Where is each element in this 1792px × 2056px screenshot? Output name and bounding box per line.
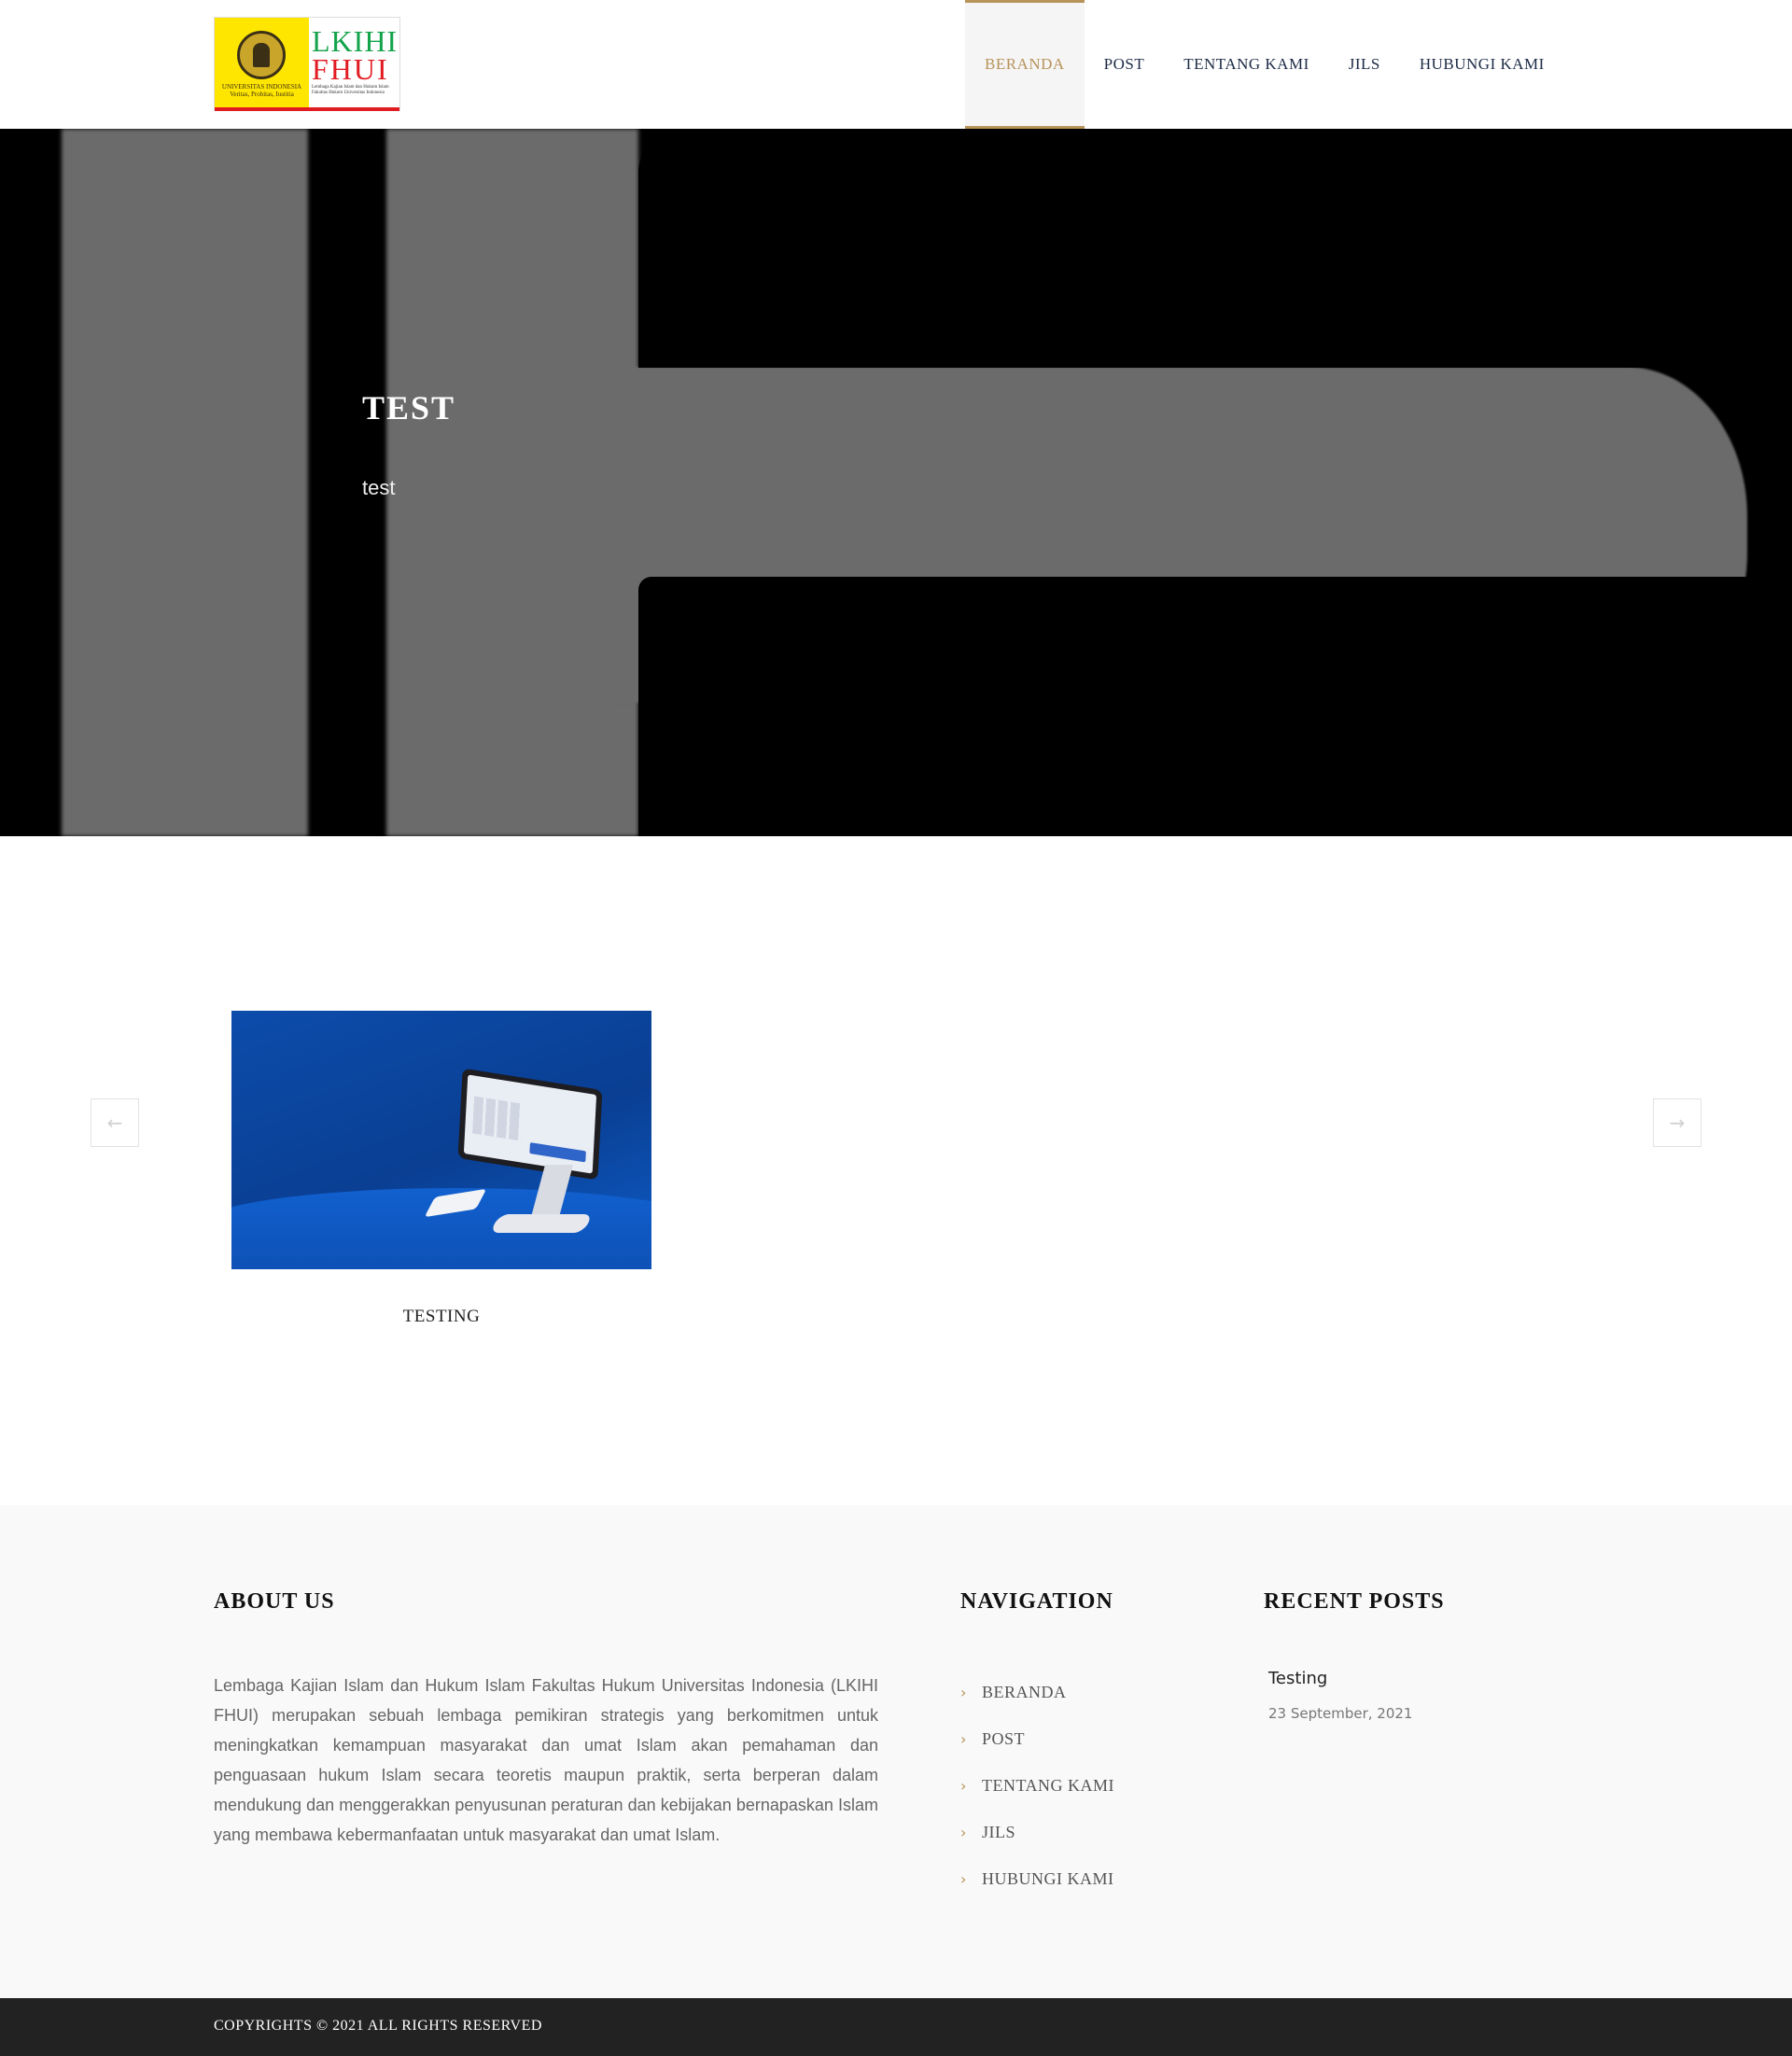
site-logo[interactable]: UNIVERSITAS INDONESIA Veritas, Probitas,… <box>214 17 400 111</box>
footer-nav-label: BERANDA <box>982 1682 1067 1701</box>
tablet-base <box>489 1214 594 1233</box>
chevron-right-icon: › <box>960 1683 967 1701</box>
main-nav: BERANDA POST TENTANG KAMI JILS HUBUNGI K… <box>965 0 1564 129</box>
arrow-right-icon: → <box>1669 1112 1686 1134</box>
site-header: UNIVERSITAS INDONESIA Veritas, Probitas,… <box>0 0 1792 129</box>
logo-university-text: UNIVERSITAS INDONESIA Veritas, Probitas,… <box>218 83 305 98</box>
hero-banner: TEST test <box>0 129 1792 836</box>
chevron-right-icon: › <box>960 1776 967 1795</box>
nav-item-beranda[interactable]: BERANDA <box>965 0 1085 129</box>
nav-item-post[interactable]: POST <box>1085 0 1165 129</box>
footer-nav-label: HUBUNGI KAMI <box>982 1868 1114 1888</box>
post-card: TESTING <box>231 1011 651 1327</box>
hero-bg-shape <box>638 134 1792 368</box>
logo-underline <box>215 107 399 111</box>
copyright-text: COPYRIGHTS © 2021 ALL RIGHTS RESERVED <box>214 2018 542 2034</box>
logo-university-motto: Veritas, Probitas, Iustitia <box>230 91 294 98</box>
logo-line2: FHUI <box>312 52 389 86</box>
tablet-screen <box>463 1074 597 1174</box>
ui-logo-panel: UNIVERSITAS INDONESIA Veritas, Probitas,… <box>215 18 309 107</box>
hero-bg-shape <box>638 577 1792 836</box>
chevron-right-icon: › <box>960 1823 967 1841</box>
footer-nav: › BERANDA › POST › TENTANG KAMI › JILS › HUBU… <box>960 1669 1114 1902</box>
hero-title: TEST <box>362 389 456 427</box>
footer-nav-item-beranda[interactable]: › BERANDA <box>960 1669 1114 1715</box>
footer-nav-item-post[interactable]: › POST <box>960 1715 1114 1762</box>
hero-subtitle: test <box>362 476 396 499</box>
footer-nav-item-jils[interactable]: › JILS <box>960 1809 1114 1855</box>
makara-crest-icon <box>237 31 286 79</box>
pos-tablet-icon <box>457 1068 603 1181</box>
navigation-heading: NAVIGATION <box>960 1589 1113 1614</box>
carousel-next-button[interactable]: → <box>1653 1098 1701 1147</box>
footer-nav-label: TENTANG KAMI <box>982 1775 1115 1795</box>
arrow-left-icon: ← <box>106 1112 123 1134</box>
nav-item-tentang-kami[interactable]: TENTANG KAMI <box>1164 0 1328 129</box>
recent-post-link[interactable]: Testing <box>1268 1669 1327 1688</box>
site-footer: ABOUT US Lembaga Kajian Islam dan Hukum … <box>0 1505 1792 1998</box>
copyright-bar: COPYRIGHTS © 2021 ALL RIGHTS RESERVED <box>0 1998 1792 2056</box>
logo-tagline: Lembaga Kajian Islam dan Hukum Islam Fak… <box>312 85 389 95</box>
footer-nav-label: POST <box>982 1728 1026 1748</box>
recent-post-date: 23 September, 2021 <box>1268 1705 1413 1722</box>
about-text: Lembaga Kajian Islam dan Hukum Islam Fak… <box>214 1676 878 1844</box>
recent-posts-heading: RECENT POSTS <box>1264 1589 1445 1614</box>
post-card-title[interactable]: TESTING <box>231 1307 651 1327</box>
logo-line1: LKIHI <box>312 24 399 58</box>
nav-item-hubungi-kami[interactable]: HUBUNGI KAMI <box>1400 0 1564 129</box>
post-card-image[interactable] <box>231 1011 651 1269</box>
carousel-prev-button[interactable]: ← <box>91 1098 139 1147</box>
hero-bg-shape <box>386 129 638 836</box>
nav-item-jils[interactable]: JILS <box>1329 0 1400 129</box>
footer-nav-label: JILS <box>982 1822 1016 1841</box>
about-heading: ABOUT US <box>214 1589 335 1614</box>
chevron-right-icon: › <box>960 1869 967 1888</box>
hero-bg-shape <box>62 129 308 836</box>
footer-nav-item-tentang-kami[interactable]: › TENTANG KAMI <box>960 1762 1114 1809</box>
logo-university-name: UNIVERSITAS INDONESIA <box>221 83 302 91</box>
chevron-right-icon: › <box>960 1729 967 1748</box>
footer-nav-item-hubungi-kami[interactable]: › HUBUNGI KAMI <box>960 1855 1114 1902</box>
